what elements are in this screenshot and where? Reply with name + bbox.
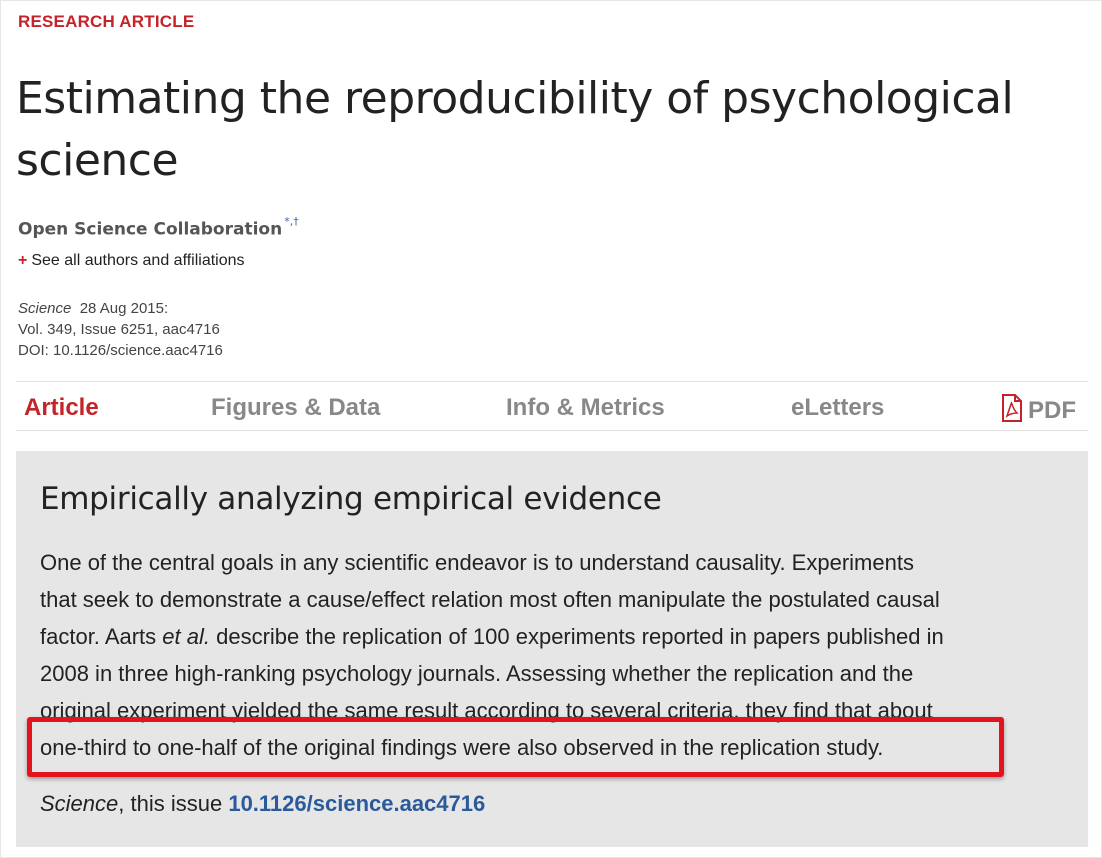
tab-figures-data[interactable]: Figures & Data	[211, 394, 380, 422]
citation-block: Science 28 Aug 2015: Vol. 349, Issue 625…	[18, 298, 223, 361]
citation-journal: Science	[18, 300, 72, 317]
summary-reference: Science, this issue 10.1126/science.aac4…	[40, 791, 485, 817]
summary-paragraph: One of the central goals in any scientif…	[40, 544, 1070, 766]
pdf-icon	[1002, 394, 1022, 422]
citation-doi: DOI: 10.1126/science.aac4716	[18, 342, 223, 359]
article-tabs: Article Figures & Data Info & Metrics eL…	[16, 381, 1088, 431]
article-title: Estimating the reproducibility of psycho…	[16, 73, 1014, 186]
summary-line: that seek to demonstrate a cause/effect …	[40, 587, 940, 612]
tab-pdf[interactable]: PDF	[1000, 394, 1076, 425]
tab-info-metrics[interactable]: Info & Metrics	[506, 394, 665, 422]
tab-pdf-label: PDF	[1028, 397, 1076, 424]
summary-heading: Empirically analyzing empirical evidence	[40, 481, 662, 517]
author-name[interactable]: Open Science Collaboration	[18, 220, 282, 240]
article-type-label: RESEARCH ARTICLE	[18, 12, 195, 31]
summary-line: original experiment yielded the same res…	[40, 698, 933, 723]
summary-line: 2008 in three high-ranking psychology jo…	[40, 661, 914, 686]
summary-line: factor. Aarts et al. describe the replic…	[40, 618, 1070, 655]
summary-doi-link[interactable]: 10.1126/science.aac4716	[228, 791, 485, 816]
see-all-authors-link[interactable]: + See all authors and affiliations	[18, 252, 245, 270]
summary-ref-journal: Science	[40, 791, 119, 816]
citation-volume: Vol. 349, Issue 6251, aac4716	[18, 321, 220, 338]
summary-line-highlighted: one-third to one-half of the original fi…	[40, 735, 884, 760]
summary-text-fragment: factor. Aarts	[40, 624, 163, 649]
summary-italic-fragment: et al.	[162, 624, 210, 649]
authors-line[interactable]: Open Science Collaboration *,†	[18, 215, 299, 240]
citation-journal-line: Science 28 Aug 2015:	[18, 298, 223, 319]
summary-ref-text: , this issue	[118, 791, 229, 816]
see-all-authors-label: See all authors and affiliations	[31, 252, 245, 269]
summary-line: One of the central goals in any scientif…	[40, 550, 914, 575]
summary-text-fragment: describe the replication of 100 experime…	[209, 624, 944, 649]
tab-article[interactable]: Article	[24, 394, 99, 422]
expand-plus-icon: +	[18, 252, 28, 269]
editor-summary-box: Empirically analyzing empirical evidence…	[16, 451, 1088, 847]
citation-date: 28 Aug 2015:	[79, 300, 169, 317]
tab-eletters[interactable]: eLetters	[791, 394, 884, 422]
author-affiliation-marks[interactable]: *,†	[284, 215, 299, 228]
